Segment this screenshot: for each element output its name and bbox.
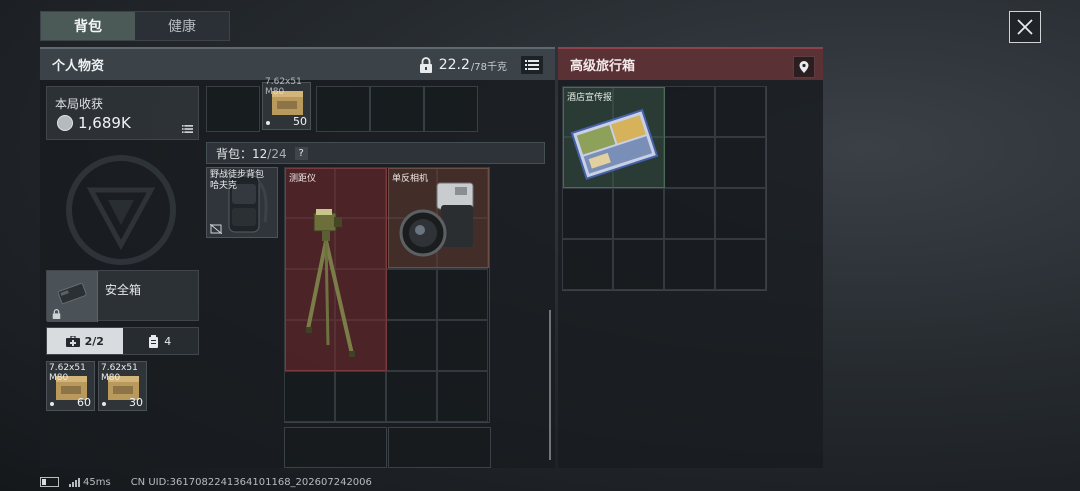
luggage-title: 高级旅行箱: [570, 59, 636, 74]
grid-cell[interactable]: [664, 188, 715, 239]
help-button[interactable]: ?: [294, 146, 308, 160]
ammo-label: 7.62x51 M80: [49, 363, 86, 383]
ping-text: 45ms: [83, 476, 111, 488]
grid-cell[interactable]: [437, 371, 488, 422]
rangefinder-icon: [306, 209, 355, 357]
hotel-brochure-item[interactable]: 酒店宣传报: [563, 87, 665, 188]
coin-icon: [57, 115, 73, 131]
signal-icon: [69, 477, 80, 487]
close-button[interactable]: [1009, 11, 1041, 43]
backpack-label: 背包：: [216, 146, 253, 161]
grid-cell[interactable]: [562, 239, 613, 290]
tab-ammo-count[interactable]: 4: [122, 328, 198, 354]
grid-cell[interactable]: [424, 86, 478, 132]
backpack-used: 12: [252, 146, 268, 161]
weight-max: /78千克: [470, 61, 507, 73]
round-gain-label: 本局收获: [55, 97, 104, 111]
grid-cell[interactable]: [316, 86, 370, 132]
ammo-count: 4: [164, 334, 172, 348]
safe-box-slot[interactable]: 安全箱: [46, 270, 199, 322]
luggage-header: 高级旅行箱: [558, 47, 823, 80]
ammo-count: 30: [129, 396, 143, 409]
dslr-camera-item[interactable]: 单反相机: [388, 168, 489, 268]
backpack-capacity-bar: 背包：12/24 ?: [206, 142, 545, 164]
location-pin-icon: [799, 61, 809, 73]
grid-cell[interactable]: [664, 239, 715, 290]
grid-cell[interactable]: [284, 371, 335, 422]
safe-box-label: 安全箱: [105, 283, 142, 297]
ammo-icon: [149, 334, 159, 348]
grid-cell[interactable]: [613, 188, 664, 239]
personal-supplies-title: 个人物资: [52, 59, 105, 74]
tab-medkit-count[interactable]: 2/2: [47, 328, 123, 354]
safe-box-tabs: 2/2 4: [46, 327, 199, 355]
lock-icon: [419, 57, 432, 73]
ammo-count: 50: [293, 115, 307, 128]
ammo-label: 7.62x51 M80: [265, 77, 302, 97]
grid-cell[interactable]: [370, 86, 424, 132]
faction-emblem: [66, 155, 176, 265]
round-gain-value: 1,689K: [57, 114, 131, 132]
grid-cell[interactable]: [664, 137, 715, 188]
backpack-total: /24: [267, 146, 287, 161]
tab-health[interactable]: 健康: [135, 12, 229, 40]
unequip-icon: [210, 224, 222, 234]
personal-supplies-header: 个人物资 22.2 /78千克: [40, 47, 555, 80]
weight-current: 22.2: [438, 57, 470, 73]
brochure-icon: [570, 108, 659, 180]
grid-cell[interactable]: [562, 188, 613, 239]
rangefinder-item[interactable]: 测距仪: [285, 168, 387, 371]
grid-cell[interactable]: [206, 86, 260, 132]
grid-cell[interactable]: [386, 320, 437, 371]
grid-cell[interactable]: [335, 371, 386, 422]
round-gain-box[interactable]: 本局收获 1,689K: [46, 86, 199, 140]
medkit-icon: [65, 335, 80, 347]
medkit-count: 2/2: [84, 334, 104, 348]
list-icon: [525, 60, 539, 70]
list-icon: [182, 125, 193, 133]
round-gain-amount: 1,689K: [78, 114, 131, 132]
ammo-dot: [266, 121, 270, 125]
ammo-label: 7.62x51 M80: [101, 363, 138, 383]
backpack-item-label: 野战徒步背包 哈夫克: [210, 170, 265, 191]
ammo-count: 60: [77, 396, 91, 409]
inventory-tabs: 背包 健康: [40, 11, 230, 41]
grid-cell[interactable]: [715, 86, 766, 137]
ammo-item-slot[interactable]: 7.62x51 M80 30: [98, 361, 147, 411]
grid-cell[interactable]: [437, 320, 488, 371]
grid-cell[interactable]: [386, 371, 437, 422]
grid-cell[interactable]: [613, 239, 664, 290]
uid-text: CN UID:3617082241364101168_202607242006: [130, 476, 372, 488]
weight-indicator: 22.2 /78千克: [419, 57, 507, 73]
battery-icon: [40, 477, 59, 487]
grid-cell[interactable]: [284, 427, 387, 468]
grid-cell[interactable]: [386, 269, 437, 320]
locate-button[interactable]: [793, 56, 815, 78]
ammo-item-slot[interactable]: 7.62x51 M80 50: [262, 77, 311, 130]
backpack-capacity-text: 背包：12/24: [216, 145, 287, 162]
grid-cell[interactable]: [437, 269, 488, 320]
status-bar: 45ms CN UID:3617082241364101168_20260724…: [40, 473, 372, 491]
lock-icon: [52, 309, 61, 319]
ammo-dot: [102, 402, 106, 406]
grid-cell[interactable]: [388, 427, 491, 468]
tab-backpack[interactable]: 背包: [41, 12, 135, 40]
safe-box-item: [47, 271, 98, 322]
ammo-item-slot[interactable]: 7.62x51 M80 60: [46, 361, 95, 411]
sort-list-button[interactable]: [521, 56, 543, 74]
ammo-dot: [50, 402, 54, 406]
backpack-equipment-slot[interactable]: 野战徒步背包 哈夫克: [206, 167, 278, 238]
camera-icon: [399, 182, 474, 257]
grid-cell[interactable]: [715, 137, 766, 188]
grid-cell[interactable]: [664, 86, 715, 137]
scrollbar[interactable]: [549, 310, 551, 460]
close-icon: [1017, 19, 1033, 35]
grid-cell[interactable]: [715, 188, 766, 239]
grid-cell[interactable]: [715, 239, 766, 290]
